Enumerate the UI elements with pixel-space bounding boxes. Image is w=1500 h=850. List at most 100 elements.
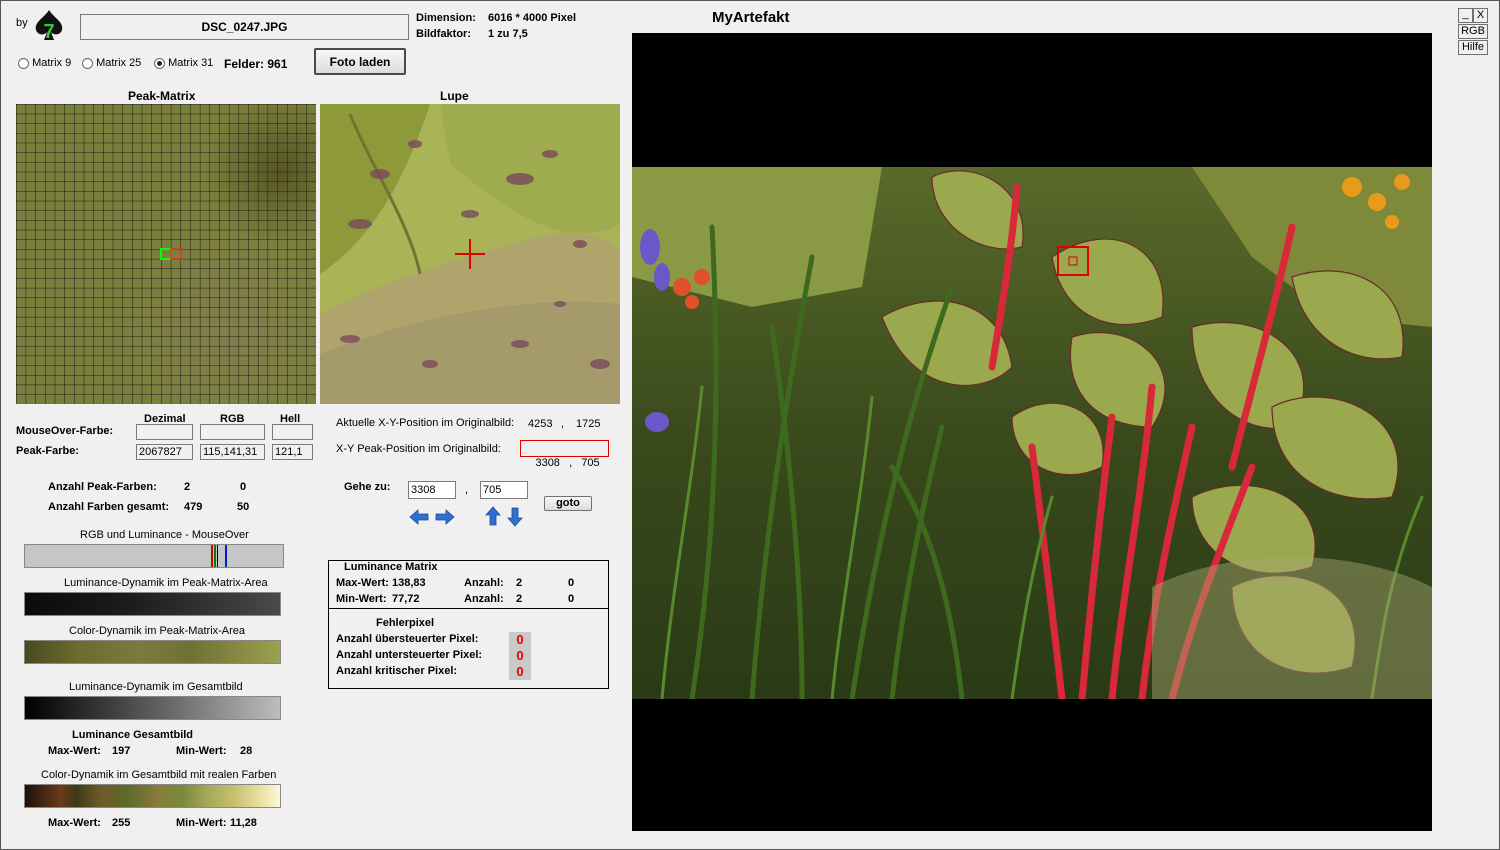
lum-matrix-min-value: 77,72 bbox=[392, 593, 420, 605]
current-position-x: 4253 bbox=[528, 418, 553, 430]
total-colors-label: Anzahl Farben gesamt: bbox=[48, 501, 170, 513]
lum-matrix-min-count-b: 0 bbox=[568, 593, 575, 605]
current-position-label: Aktuelle X-Y-Position im Originalbild: bbox=[336, 417, 515, 429]
color-peak-area-label: Color-Dynamik im Peak-Matrix-Area bbox=[69, 625, 246, 637]
close-button[interactable]: X bbox=[1473, 8, 1488, 23]
filename-text: DSC_0247.JPG bbox=[201, 20, 288, 34]
lum-total-title: Luminance Gesamtbild bbox=[72, 729, 194, 741]
goto-button[interactable]: goto bbox=[544, 496, 592, 511]
lum-matrix-min-count-label: Anzahl: bbox=[464, 593, 504, 605]
red-indicator bbox=[211, 545, 213, 567]
under-pixels-label: Anzahl untersteuerter Pixel: bbox=[336, 649, 483, 661]
minimize-glyph: _ bbox=[1462, 8, 1469, 20]
peak-matrix-grid[interactable] bbox=[16, 104, 316, 404]
color-min-label: Min-Wert: bbox=[176, 817, 227, 829]
lum-matrix-min-label: Min-Wert: bbox=[336, 593, 387, 605]
lum-peak-area-label: Luminance-Dynamik im Peak-Matrix-Area bbox=[64, 577, 268, 589]
radio-label: Matrix 31 bbox=[168, 57, 214, 69]
rgb-button[interactable]: RGB bbox=[1458, 24, 1488, 39]
radio-matrix-9[interactable]: Matrix 9 bbox=[18, 57, 71, 69]
peak-bright: 121,1 bbox=[275, 446, 303, 458]
filename-field: DSC_0247.JPG bbox=[80, 14, 409, 40]
color-max-value: 255 bbox=[112, 817, 131, 829]
mouseover-bright-field bbox=[272, 424, 313, 440]
rgb-lum-mouseover-bar bbox=[24, 544, 284, 568]
radio-circle-selected[interactable] bbox=[154, 57, 165, 69]
panel-divider bbox=[329, 608, 608, 609]
critical-pixels-label: Anzahl kritischer Pixel: bbox=[336, 665, 458, 677]
lum-total-label: Luminance-Dynamik im Gesamtbild bbox=[69, 681, 243, 693]
peak-colors-label: Anzahl Peak-Farben: bbox=[48, 481, 157, 493]
peak-rgb: 115,141,31 bbox=[203, 446, 258, 458]
peak-color-label: Peak-Farbe: bbox=[16, 445, 79, 457]
under-pixels-count: 0 bbox=[509, 648, 531, 664]
help-button[interactable]: Hilfe bbox=[1458, 40, 1488, 55]
spade-logo-icon: 7 bbox=[32, 8, 66, 43]
radio-circle[interactable] bbox=[82, 57, 93, 69]
dimension-label: Dimension: bbox=[416, 12, 476, 24]
color-total-label: Color-Dynamik im Gesamtbild mit realen F… bbox=[41, 769, 277, 781]
mouseover-decimal-field bbox=[136, 424, 193, 440]
lupe-title: Lupe bbox=[440, 89, 469, 103]
help-button-label: Hilfe bbox=[1461, 41, 1484, 53]
peak-matrix-svg bbox=[16, 104, 316, 404]
radio-circle[interactable] bbox=[18, 57, 29, 69]
dimension-value: 6016 * 4000 Pixel bbox=[488, 12, 577, 24]
minimize-button[interactable]: _ bbox=[1458, 8, 1473, 23]
by-label: by bbox=[16, 17, 28, 29]
luminance-matrix-title: Luminance Matrix bbox=[344, 561, 438, 573]
lum-matrix-max-count-a: 2 bbox=[516, 577, 523, 589]
total-colors-a: 479 bbox=[184, 501, 203, 513]
goto-comma: , bbox=[465, 484, 469, 496]
lum-matrix-max-label: Max-Wert: bbox=[336, 577, 389, 589]
lupe-svg bbox=[320, 104, 620, 404]
radio-label: Matrix 9 bbox=[32, 57, 72, 69]
goto-label: Gehe zu: bbox=[344, 481, 391, 493]
peak-rgb-field: 115,141,31 bbox=[200, 444, 265, 460]
lum-matrix-min-count-a: 2 bbox=[516, 593, 523, 605]
error-pixels-title: Fehlerpixel bbox=[376, 617, 435, 629]
photo-viewer[interactable] bbox=[632, 33, 1432, 831]
rgb-lum-mouseover-label: RGB und Luminance - MouseOver bbox=[80, 529, 249, 541]
peak-colors-a: 2 bbox=[184, 481, 191, 493]
lum-matrix-max-value: 138,83 bbox=[392, 577, 426, 589]
radio-label: Matrix 25 bbox=[96, 57, 142, 69]
lum-max-label: Max-Wert: bbox=[48, 745, 101, 757]
radio-matrix-31[interactable]: Matrix 31 bbox=[154, 57, 213, 69]
load-photo-label: Foto laden bbox=[329, 55, 391, 69]
lum-matrix-max-count-b: 0 bbox=[568, 577, 575, 589]
current-position-y: 1725 bbox=[576, 418, 601, 430]
rgb-button-label: RGB bbox=[1461, 25, 1485, 37]
current-position-sep: , bbox=[561, 418, 565, 430]
peak-decimal-field: 2067827 bbox=[136, 444, 193, 460]
svg-text:7: 7 bbox=[43, 21, 54, 42]
peak-colors-b: 0 bbox=[240, 481, 247, 493]
luminance-indicator bbox=[217, 545, 218, 567]
arrow-left-icon[interactable] bbox=[409, 509, 429, 525]
lum-matrix-max-count-label: Anzahl: bbox=[464, 577, 504, 589]
color-total-bar bbox=[24, 784, 281, 808]
arrow-right-icon[interactable] bbox=[435, 509, 455, 525]
color-peak-area-bar bbox=[24, 640, 281, 664]
photo-image bbox=[632, 167, 1432, 699]
total-colors-b: 50 bbox=[237, 501, 250, 513]
app-title: MyArtefakt bbox=[712, 9, 790, 26]
color-min-value: 11,28 bbox=[230, 817, 257, 829]
arrow-down-icon[interactable] bbox=[507, 507, 523, 527]
peak-position-box: 3308 , 705 bbox=[520, 440, 609, 469]
luminance-matrix-panel: Luminance Matrix Max-Wert: 138,83 Anzahl… bbox=[328, 560, 609, 689]
lum-max-value: 197 bbox=[112, 745, 131, 757]
peak-bright-field: 121,1 bbox=[272, 444, 313, 460]
lum-min-value: 28 bbox=[240, 745, 253, 757]
arrow-up-icon[interactable] bbox=[485, 506, 501, 526]
factor-value: 1 zu 7,5 bbox=[488, 28, 528, 40]
lum-total-bar bbox=[24, 696, 281, 720]
lum-min-label: Min-Wert: bbox=[176, 745, 227, 757]
radio-matrix-25[interactable]: Matrix 25 bbox=[82, 57, 141, 69]
goto-y-input[interactable] bbox=[480, 481, 528, 499]
mouseover-rgb-field bbox=[200, 424, 265, 440]
goto-x-input[interactable] bbox=[408, 481, 456, 499]
peak-matrix-title: Peak-Matrix bbox=[128, 89, 196, 103]
load-photo-button[interactable]: Foto laden bbox=[314, 48, 406, 75]
lupe-view[interactable] bbox=[320, 104, 620, 404]
